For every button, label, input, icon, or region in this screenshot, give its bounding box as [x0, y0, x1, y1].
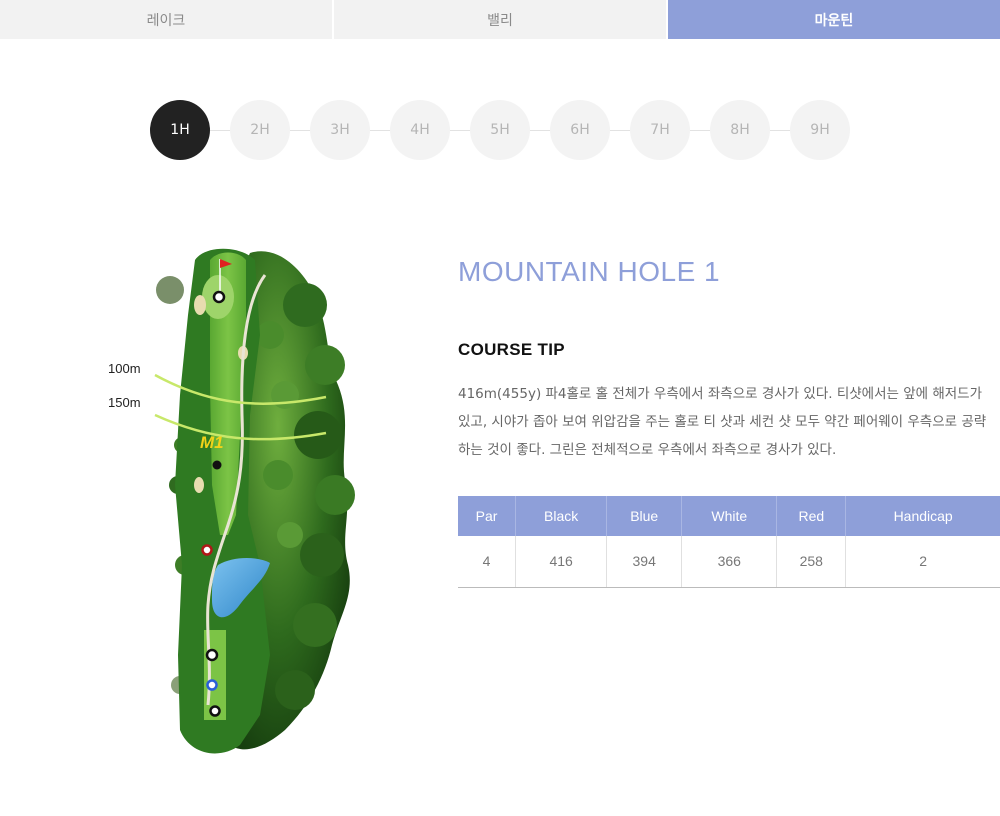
- value-par: 4: [458, 536, 516, 588]
- hole-button-3[interactable]: 3H: [310, 100, 370, 160]
- hole-button-9[interactable]: 9H: [790, 100, 850, 160]
- header-par: Par: [458, 496, 516, 536]
- hole-button-8[interactable]: 8H: [710, 100, 770, 160]
- course-tabs: 레이크 밸리 마운틴: [0, 0, 1000, 39]
- value-black: 416: [515, 536, 607, 588]
- hole-map: M1 100m 150m: [100, 235, 360, 775]
- header-blue: Blue: [606, 496, 682, 536]
- value-white: 366: [681, 536, 777, 588]
- tab-valley[interactable]: 밸리: [334, 0, 666, 39]
- hole-score-table: Par Black Blue White Red Handicap 4 416 …: [458, 496, 1000, 588]
- hole-button-7[interactable]: 7H: [630, 100, 690, 160]
- header-handicap: Handicap: [845, 496, 1000, 536]
- hole-button-4[interactable]: 4H: [390, 100, 450, 160]
- tab-lake[interactable]: 레이크: [0, 0, 332, 39]
- table-row: 4 416 394 366 258 2: [458, 536, 1000, 588]
- header-black: Black: [515, 496, 607, 536]
- yardage-100-label: 100m: [108, 361, 141, 376]
- course-tip-text: 416m(455y) 파4홀로 홀 전체가 우측에서 좌측으로 경사가 있다. …: [458, 386, 987, 458]
- tab-mountain[interactable]: 마운틴: [668, 0, 1000, 39]
- hole-marker-label: M1: [200, 433, 224, 452]
- course-tip-heading: COURSE TIP: [458, 340, 565, 359]
- hole-button-6[interactable]: 6H: [550, 100, 610, 160]
- header-white: White: [681, 496, 777, 536]
- value-handicap: 2: [845, 536, 1000, 588]
- hole-button-1[interactable]: 1H: [150, 100, 210, 160]
- hole-button-2[interactable]: 2H: [230, 100, 290, 160]
- value-blue: 394: [606, 536, 682, 588]
- hole-title: MOUNTAIN HOLE 1: [458, 256, 721, 287]
- header-red: Red: [776, 496, 846, 536]
- hole-selector: 1H 2H 3H 4H 5H 6H 7H 8H 9H: [150, 100, 850, 160]
- hole-button-5[interactable]: 5H: [470, 100, 530, 160]
- yardage-150-label: 150m: [108, 395, 141, 410]
- table-header-row: Par Black Blue White Red Handicap: [458, 496, 1000, 536]
- hole-map-graphic: M1: [154, 248, 355, 754]
- value-red: 258: [776, 536, 846, 588]
